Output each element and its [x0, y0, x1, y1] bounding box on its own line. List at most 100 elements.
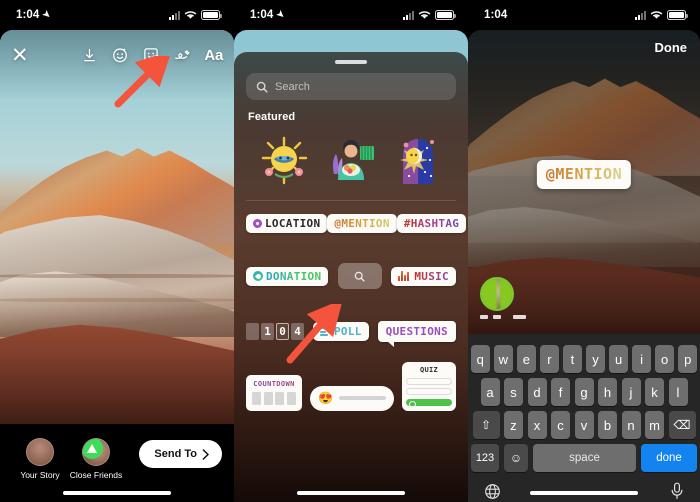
battery-icon	[667, 10, 688, 20]
tray-divider	[246, 200, 456, 201]
wifi-icon	[418, 10, 431, 20]
sticker-tray-sheet: Search Featured LOCATION @MENTION #HASHT…	[234, 52, 468, 502]
onscreen-keyboard: q w e r t y u i o p a s d f g h j k l ⇧ …	[468, 334, 700, 502]
sun-bird-flowers-sticker[interactable]	[255, 132, 313, 190]
delete-key[interactable]: ⌫	[668, 411, 696, 439]
sticker-icon[interactable]	[142, 46, 160, 64]
key-u[interactable]: u	[609, 345, 628, 373]
key-z[interactable]: z	[504, 411, 523, 439]
mention-sticker-placed[interactable]: @MENTION	[536, 160, 632, 189]
search-input[interactable]: Search	[246, 73, 456, 100]
close-icon[interactable]: ✕	[11, 45, 29, 66]
music-sticker[interactable]: MUSIC	[390, 266, 456, 286]
search-placeholder: Search	[275, 80, 310, 93]
emoji-key[interactable]: ☺	[504, 444, 528, 472]
battery-icon	[435, 10, 456, 20]
key-x[interactable]: x	[527, 411, 547, 439]
space-key[interactable]: space	[533, 444, 636, 472]
cellular-signal-icon	[635, 10, 646, 20]
key-y[interactable]: y	[586, 345, 605, 373]
poll-sticker[interactable]: POLL	[312, 322, 369, 341]
status-time-group: 1:04 ➤	[16, 8, 53, 21]
key-t[interactable]: t	[563, 345, 582, 373]
key-b[interactable]: b	[598, 411, 617, 439]
key-m[interactable]: m	[645, 411, 664, 439]
emoji-slider-emoji: 😍	[318, 391, 333, 405]
countdown-number-sticker[interactable]: 1 0 4	[246, 323, 304, 340]
key-o[interactable]: o	[655, 345, 674, 373]
microphone-icon[interactable]	[670, 482, 684, 500]
sun-moon-celestial-sticker[interactable]	[389, 132, 447, 190]
home-indicator	[530, 491, 638, 495]
key-n[interactable]: n	[621, 411, 641, 439]
quiz-option	[406, 388, 452, 395]
story-photo-canvas[interactable]	[0, 30, 234, 424]
battery-icon	[201, 10, 222, 20]
audience-close-friends[interactable]: Close Friends	[68, 438, 124, 480]
your-story-avatar	[26, 438, 54, 466]
key-d[interactable]: d	[527, 378, 547, 406]
quiz-sticker[interactable]: QUIZ	[402, 362, 456, 411]
key-r[interactable]: r	[540, 345, 559, 373]
key-p[interactable]: p	[678, 345, 697, 373]
mention-suggestion[interactable]	[480, 277, 526, 319]
key-j[interactable]: j	[621, 378, 641, 406]
text-icon[interactable]: Aa	[204, 47, 223, 64]
status-bar: 1:04 ➤	[234, 0, 468, 30]
countdown-blocks	[250, 391, 298, 405]
music-sticker-label: MUSIC	[414, 269, 449, 283]
key-f[interactable]: f	[551, 378, 570, 406]
effects-icon[interactable]	[111, 46, 129, 64]
drag-handle[interactable]	[335, 60, 367, 64]
donation-sticker[interactable]: DONATION	[246, 266, 329, 286]
draw-icon[interactable]	[173, 47, 191, 63]
search-icon	[354, 271, 365, 282]
editor-toolbar: ✕ Aa	[0, 38, 234, 72]
key-e[interactable]: e	[517, 345, 536, 373]
status-time: 1:04	[16, 9, 40, 21]
done-button[interactable]: Done	[655, 40, 688, 55]
key-v[interactable]: v	[574, 411, 594, 439]
featured-heading: Featured	[248, 111, 296, 123]
location-arrow-icon: ➤	[275, 7, 288, 21]
questions-sticker-label: QUESTIONS	[385, 325, 448, 338]
key-l[interactable]: l	[668, 378, 688, 406]
key-h[interactable]: h	[598, 378, 617, 406]
quiz-option	[406, 377, 452, 385]
location-sticker[interactable]: LOCATION	[246, 214, 328, 233]
key-c[interactable]: c	[551, 411, 570, 439]
hashtag-sticker[interactable]: #HASHTAG	[396, 214, 467, 233]
hashtag-sticker-label: #HASHTAG	[403, 217, 460, 230]
questions-sticker[interactable]: QUESTIONS	[377, 321, 456, 347]
key-s[interactable]: s	[504, 378, 523, 406]
location-sticker-label: LOCATION	[265, 217, 321, 230]
status-time: 1:04	[484, 9, 508, 21]
key-k[interactable]: k	[645, 378, 664, 406]
status-time-group: 1:04	[484, 9, 507, 21]
keyboard-row-1: q w e r t y u i o p	[468, 345, 700, 373]
close-friends-avatar	[82, 438, 110, 466]
woman-with-plants-sticker[interactable]	[322, 132, 380, 190]
status-bar: 1:04 ➤	[0, 0, 234, 30]
key-a[interactable]: a	[480, 378, 500, 406]
cellular-signal-icon	[169, 10, 180, 20]
home-indicator	[297, 491, 405, 495]
globe-icon[interactable]	[484, 483, 501, 500]
key-q[interactable]: q	[471, 345, 490, 373]
cd-blank	[246, 323, 259, 340]
shift-key[interactable]: ⇧	[472, 411, 500, 439]
cd-digit: 4	[291, 323, 304, 340]
emoji-slider-sticker[interactable]: 😍	[310, 385, 394, 411]
key-i[interactable]: i	[632, 345, 651, 373]
mention-sticker[interactable]: @MENTION	[327, 214, 397, 233]
key-g[interactable]: g	[574, 378, 594, 406]
download-icon[interactable]	[81, 47, 98, 64]
key-w[interactable]: w	[494, 345, 513, 373]
close-friends-badge	[83, 439, 103, 459]
numbers-key[interactable]: 123	[471, 444, 499, 472]
audience-your-story[interactable]: Your Story	[12, 438, 68, 480]
gif-search-sticker[interactable]	[337, 263, 382, 289]
countdown-sticker[interactable]: COUNTDOWN	[246, 374, 302, 411]
keyboard-done-key[interactable]: done	[641, 444, 697, 472]
send-to-button[interactable]: Send To	[139, 440, 222, 468]
